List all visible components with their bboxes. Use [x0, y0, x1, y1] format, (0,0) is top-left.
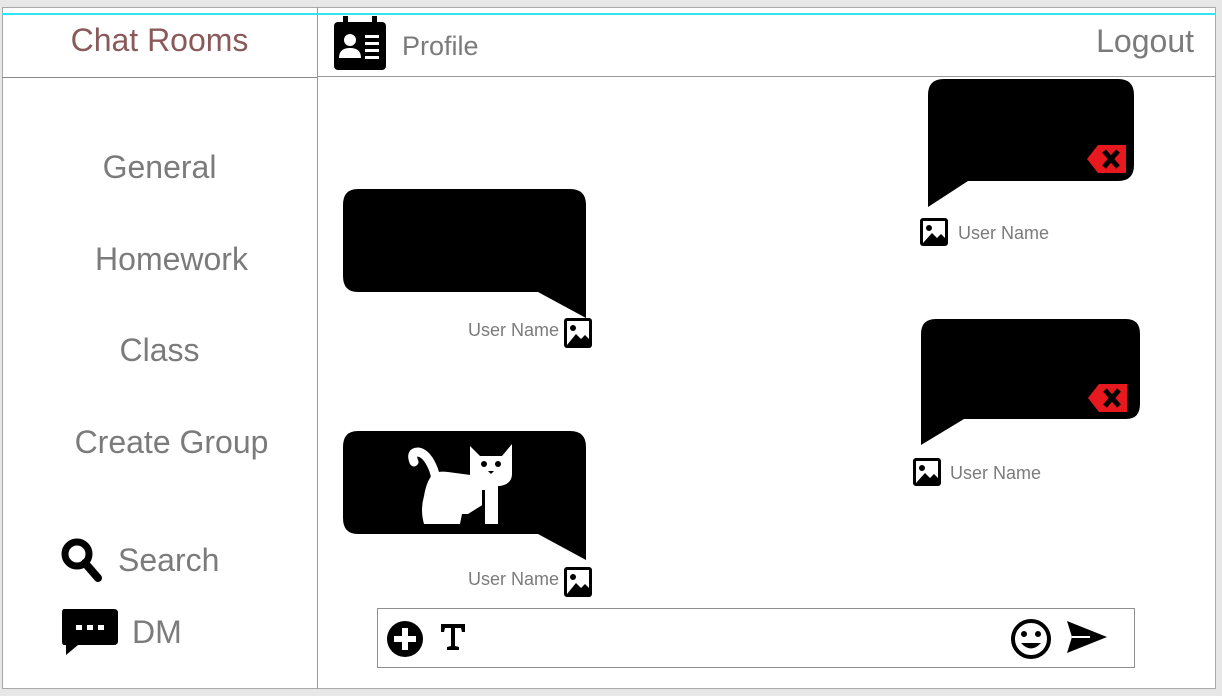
- image-avatar-icon: [913, 458, 941, 491]
- room-item-class[interactable]: Class: [2, 332, 317, 369]
- message-username: User Name: [468, 320, 560, 340]
- profile-link[interactable]: Profile: [402, 31, 479, 62]
- room-item-homework[interactable]: Homework: [14, 241, 329, 278]
- dm-label: DM: [132, 613, 182, 650]
- emoji-icon[interactable]: [1010, 618, 1052, 665]
- delete-message-icon[interactable]: [1086, 143, 1128, 180]
- chat-bubble-icon: [60, 607, 118, 657]
- logout-button[interactable]: Logout: [1096, 23, 1194, 60]
- send-icon[interactable]: [1066, 620, 1108, 659]
- message-composer[interactable]: [377, 608, 1135, 668]
- image-avatar-icon: [564, 567, 592, 602]
- text-format-icon[interactable]: [440, 623, 466, 656]
- dm-button[interactable]: DM: [60, 607, 182, 657]
- image-avatar-icon: [564, 318, 592, 353]
- sidebar-title: Chat Rooms: [70, 21, 249, 58]
- search-label: Search: [118, 541, 220, 578]
- top-bar: Profile Logout: [318, 7, 1216, 77]
- message-username: User Name: [958, 223, 1050, 243]
- delete-message-icon[interactable]: [1087, 382, 1129, 419]
- message-username: User Name: [950, 463, 1042, 483]
- sidebar-header: Chat Rooms: [2, 7, 317, 78]
- room-item-create-group[interactable]: Create Group: [14, 424, 329, 461]
- search-button[interactable]: Search: [60, 537, 219, 583]
- room-item-general[interactable]: General: [2, 149, 317, 186]
- contact-card-icon[interactable]: [334, 16, 386, 75]
- image-avatar-icon: [920, 218, 948, 251]
- search-icon: [60, 537, 104, 583]
- cat-image-icon: [408, 440, 514, 531]
- accent-line: [2, 13, 1216, 15]
- sidebar: Chat Rooms General Homework Class Create…: [2, 7, 318, 689]
- add-circle-icon[interactable]: [386, 620, 424, 663]
- message-bubble: [342, 188, 588, 325]
- message-username: User Name: [468, 569, 560, 589]
